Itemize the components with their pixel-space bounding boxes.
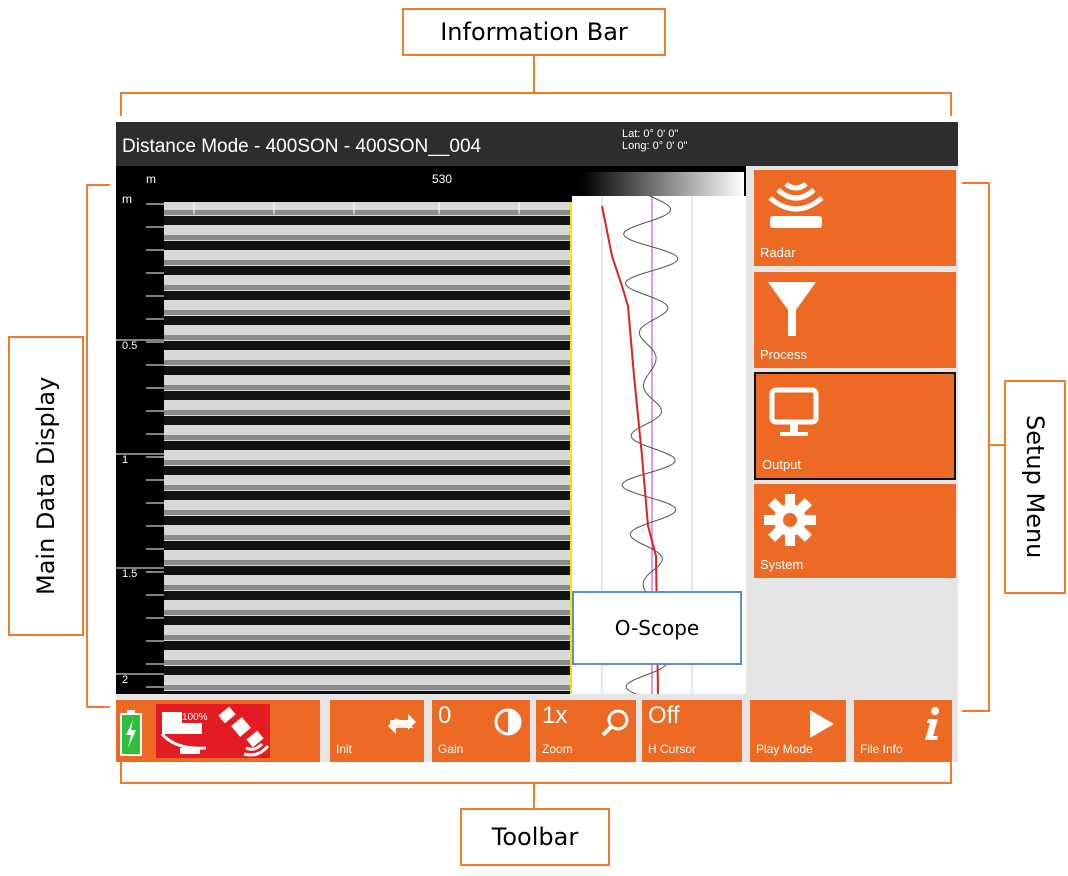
- menu-process-label: Process: [760, 347, 807, 362]
- init-label: Init: [336, 742, 353, 756]
- radar-icon: [768, 181, 824, 228]
- radar-data-image[interactable]: [164, 202, 570, 694]
- toolbar-connector: [533, 784, 535, 810]
- setup-menu: Radar Process Output System: [746, 166, 958, 694]
- depth-label: 1.5: [122, 568, 138, 580]
- toolbar-callout: Toolbar: [460, 808, 610, 866]
- filter-funnel-icon: [768, 282, 816, 336]
- setup-menu-bracket: [962, 182, 990, 712]
- info-icon: [925, 707, 939, 740]
- refresh-arrows-icon: [388, 714, 416, 734]
- magnifier-icon: [601, 709, 629, 737]
- mode-title: Distance Mode - 400SON - 400SON__004: [122, 136, 482, 157]
- main-data-display[interactable]: m 530 m 0.5 1 1.5 2 O-Scope: [116, 166, 746, 694]
- gain-label: Gain: [438, 742, 464, 756]
- depth-label: 0.5: [122, 340, 138, 352]
- zoom-value: 1x: [542, 702, 568, 729]
- menu-output-label: Output: [762, 457, 802, 472]
- information-bar-callout: Information Bar: [402, 8, 666, 56]
- status-indicators[interactable]: 100%: [116, 700, 320, 762]
- contrast-icon: [494, 708, 522, 736]
- gear-icon: [764, 494, 816, 546]
- depth-label: 2: [122, 674, 129, 686]
- play-mode-button[interactable]: Play Mode: [750, 700, 846, 762]
- play-mode-label: Play Mode: [756, 742, 813, 756]
- toolbar: 100% Init 0 Gain 1x Zoom Off H Cursor Pl…: [116, 694, 958, 762]
- setup-menu-connector: [988, 444, 1004, 446]
- menu-system-button[interactable]: System: [754, 484, 956, 578]
- information-bar-connector: [533, 56, 535, 92]
- menu-output-button[interactable]: Output: [754, 372, 956, 480]
- battery-percent: 100%: [182, 712, 208, 723]
- o-scope-callout: O-Scope: [572, 591, 742, 665]
- zoom-button[interactable]: 1x Zoom: [536, 700, 636, 762]
- information-bar-bracket: [120, 92, 952, 116]
- menu-radar-button[interactable]: Radar: [754, 170, 956, 266]
- main-data-display-callout: Main Data Display: [8, 336, 84, 636]
- gps-latitude: Lat: 0° 0' 0": [622, 128, 679, 140]
- toolbar-bracket: [120, 762, 952, 784]
- gps-satellite-icon: [214, 704, 270, 758]
- main-data-display-bracket: [86, 184, 110, 708]
- horizontal-ruler: [164, 172, 744, 196]
- setup-menu-callout: Setup Menu: [1004, 380, 1066, 594]
- init-button[interactable]: Init: [330, 700, 424, 762]
- file-info-label: File Info: [860, 742, 903, 756]
- x-axis-unit: m: [146, 172, 156, 186]
- depth-label: 1: [122, 454, 129, 466]
- h-cursor-value: Off: [648, 702, 680, 729]
- zoom-label: Zoom: [542, 742, 573, 756]
- menu-process-button[interactable]: Process: [754, 272, 956, 368]
- gain-value: 0: [438, 702, 452, 729]
- monitor-icon: [769, 387, 819, 436]
- h-cursor-button[interactable]: Off H Cursor: [642, 700, 742, 762]
- play-icon: [810, 710, 834, 738]
- gps-longitude: Long: 0° 0' 0": [622, 140, 688, 152]
- x-axis-tick-label: 530: [432, 172, 453, 186]
- information-bar: Distance Mode - 400SON - 400SON__004 Lat…: [116, 122, 958, 166]
- device-screen: Distance Mode - 400SON - 400SON__004 Lat…: [116, 122, 958, 762]
- depth-ruler: [116, 203, 164, 688]
- menu-system-label: System: [760, 557, 804, 572]
- h-cursor-label: H Cursor: [648, 742, 697, 756]
- gain-button[interactable]: 0 Gain: [432, 700, 530, 762]
- menu-radar-label: Radar: [760, 245, 796, 260]
- file-info-button[interactable]: File Info: [854, 700, 952, 762]
- battery-icon: [120, 710, 142, 756]
